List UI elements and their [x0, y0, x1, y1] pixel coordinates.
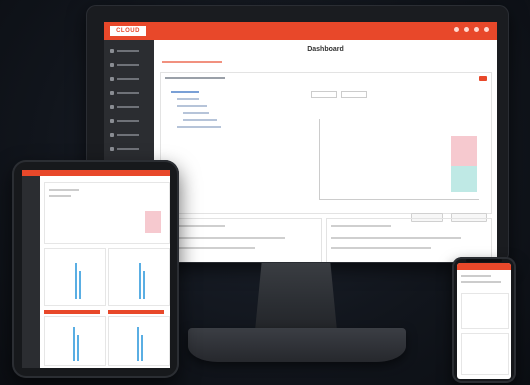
sidebar-item-label — [117, 64, 139, 66]
menu-icon — [110, 91, 114, 95]
sidebar-item[interactable] — [110, 62, 139, 68]
text-line — [331, 225, 391, 227]
sidebar-item-label — [117, 92, 139, 94]
chart-bar — [75, 263, 77, 299]
tree-node[interactable] — [171, 91, 199, 93]
chart-bar — [73, 327, 75, 361]
sidebar-item[interactable] — [110, 76, 139, 82]
sidebar-item[interactable] — [110, 48, 139, 54]
monitor-stand-base — [188, 328, 406, 362]
section-header — [44, 310, 100, 314]
tree-node[interactable] — [183, 119, 217, 121]
sidebar-item[interactable] — [110, 118, 139, 124]
chart-bar — [139, 263, 141, 299]
tree-node[interactable] — [177, 98, 199, 100]
topbar-icons — [454, 27, 489, 32]
sidebar-item-label — [117, 50, 139, 52]
panel-title — [165, 77, 225, 79]
menu-icon — [110, 105, 114, 109]
help-icon[interactable] — [484, 27, 489, 32]
tablet-chart-card — [44, 316, 106, 366]
phone-card — [461, 293, 509, 329]
chart-bar — [79, 271, 81, 299]
tablet-screen — [22, 170, 170, 368]
phone-topbar — [457, 263, 511, 270]
sidebar-item[interactable] — [110, 104, 139, 110]
chart-bar — [137, 327, 139, 361]
sidebar-item-label — [117, 120, 139, 122]
sidebar-item-label — [117, 134, 139, 136]
phone-screen — [457, 263, 511, 379]
chart-x-axis — [319, 199, 479, 200]
user-icon[interactable] — [454, 27, 459, 32]
text-line — [49, 189, 79, 191]
phone-card — [461, 333, 509, 375]
app-topbar: CLOUD — [104, 22, 497, 40]
chart-y-axis — [319, 119, 320, 199]
text-line — [331, 237, 461, 239]
chart-bar — [141, 335, 143, 361]
tree-node[interactable] — [177, 105, 207, 107]
menu-icon — [110, 147, 114, 151]
chart-highlight-region — [145, 211, 161, 233]
text-line — [331, 247, 431, 249]
chart-area — [311, 91, 489, 211]
menu-icon — [110, 63, 114, 67]
sidebar-item[interactable] — [110, 90, 139, 96]
tablet-card — [44, 182, 170, 244]
tablet-chart-card — [108, 248, 170, 306]
tree-node[interactable] — [183, 112, 209, 114]
brand-logo[interactable]: CLOUD — [110, 26, 146, 36]
sidebar-item-label — [117, 78, 139, 80]
chart-bar — [143, 271, 145, 299]
tablet-topbar — [22, 170, 170, 176]
chart-dropdown[interactable] — [341, 91, 367, 98]
settings-icon[interactable] — [474, 27, 479, 32]
panel-badge[interactable] — [479, 76, 487, 81]
text-line — [165, 237, 285, 239]
menu-icon — [110, 119, 114, 123]
chart-dropdown[interactable] — [311, 91, 337, 98]
menu-icon — [110, 49, 114, 53]
menu-icon — [110, 77, 114, 81]
breadcrumb[interactable] — [162, 61, 222, 63]
sidebar-item[interactable] — [110, 146, 139, 152]
tablet-chart-card — [108, 316, 170, 366]
page-title: Dashboard — [307, 46, 344, 53]
section-header — [108, 310, 164, 314]
text-line — [461, 281, 501, 283]
sidebar-item-label — [117, 148, 139, 150]
tree-node[interactable] — [177, 126, 221, 128]
monitor-neck — [255, 263, 337, 331]
chart-bar — [77, 335, 79, 361]
lower-right-panel — [326, 218, 492, 262]
sidebar-item-label — [117, 106, 139, 108]
tablet-chart-card — [44, 248, 106, 306]
lower-left-panel — [160, 218, 322, 262]
sidebar-item[interactable] — [110, 132, 139, 138]
bell-icon[interactable] — [464, 27, 469, 32]
tablet-sidebar — [22, 176, 40, 368]
text-line — [461, 275, 491, 277]
main-panel — [160, 72, 492, 222]
chart-highlight-region — [451, 166, 477, 192]
text-line — [49, 195, 71, 197]
phone-notch — [466, 259, 502, 262]
menu-icon — [110, 133, 114, 137]
